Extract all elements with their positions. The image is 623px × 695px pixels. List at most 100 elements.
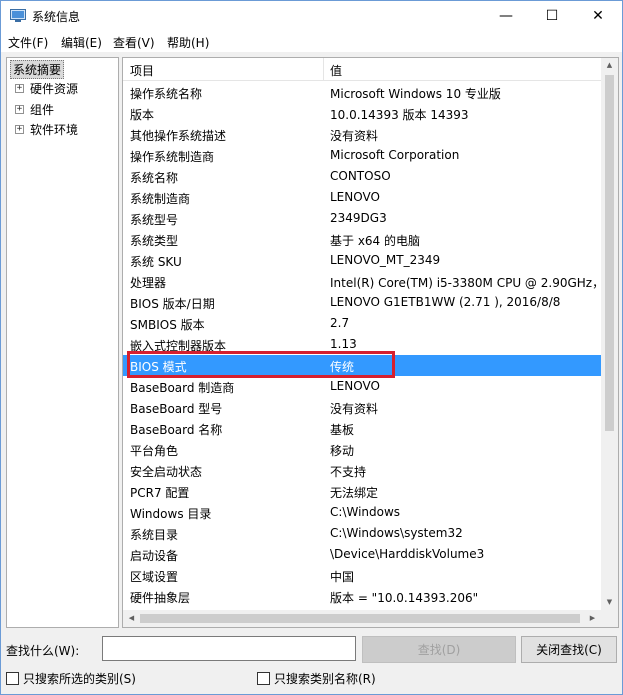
search-selected-category-checkbox[interactable] [6,672,19,685]
list-header: 项目 值 [123,58,601,81]
find-label: 查找什么(W): [6,644,80,658]
tree-item-system-summary[interactable]: 系统摘要 [10,60,65,79]
table-row[interactable]: 启动设备 \Device\HarddiskVolume3 [123,544,601,565]
search-selected-category-label[interactable]: 只搜索所选的类别(S) [23,670,136,687]
table-row[interactable]: Windows 目录 C:\Windows [123,502,601,523]
menu-bar: 文件(F) 编辑(E) 查看(V) 帮助(H) [1,31,622,52]
column-divider[interactable] [323,58,324,81]
row-value-cell: C:\Windows [330,505,401,519]
category-tree: 系统摘要 + 硬件资源 + 组件 + 软件环境 [6,57,119,628]
search-category-names-checkbox[interactable] [257,672,270,685]
table-row[interactable]: BaseBoard 型号 没有资料 [123,397,601,418]
horizontal-scrollbar[interactable]: ◀ ▶ [123,610,601,627]
table-row[interactable]: 系统目录 C:\Windows\system32 [123,523,601,544]
table-row[interactable]: 区域设置 中国 [123,565,601,586]
row-item-cell: 系统类型 [130,234,179,248]
row-value-cell: 没有资料 [330,402,379,416]
expand-icon[interactable]: + [15,84,24,93]
maximize-button[interactable]: ☐ [529,1,575,31]
table-row[interactable]: 系统名称 CONTOSO [123,166,601,187]
find-button[interactable]: 查找(D) [362,636,516,663]
scroll-up-icon[interactable]: ▲ [601,61,618,69]
row-item-cell: 安全启动状态 [130,465,203,479]
table-row[interactable]: 系统 SKU LENOVO_MT_2349 [123,250,601,271]
row-value-cell: 版本 = "10.0.14393.206" [330,591,479,605]
row-item-cell: BaseBoard 制造商 [130,381,235,395]
row-item-cell: BaseBoard 名称 [130,423,223,437]
table-row[interactable]: BaseBoard 名称 基板 [123,418,601,439]
row-item-cell: BaseBoard 型号 [130,402,223,416]
row-item-cell: 区域设置 [130,570,179,584]
menu-edit[interactable]: 编辑(E) [61,34,102,51]
table-row-selected[interactable]: BIOS 模式 传统 [123,351,601,378]
row-value-cell: 没有资料 [330,129,379,143]
scroll-right-icon[interactable]: ▶ [584,614,601,622]
table-row[interactable]: BIOS 版本/日期 LENOVO G1ETB1WW (2.71 ), 2016/… [123,292,601,313]
table-row[interactable]: 安全启动状态 不支持 [123,460,601,481]
row-value-cell: C:\Windows\system32 [330,526,463,540]
table-row[interactable]: 其他操作系统描述 没有资料 [123,124,601,145]
row-value-cell: Microsoft Corporation [330,148,460,162]
close-find-button[interactable]: 关闭查找(C) [521,636,617,663]
tree-item-components[interactable]: 组件 [30,101,54,118]
table-row[interactable]: 嵌入式控制器版本 1.13 [123,334,601,355]
title-bar[interactable]: 系统信息 — ☐ ✕ [1,1,622,31]
search-category-names-label[interactable]: 只搜索类别名称(R) [274,670,376,687]
table-row[interactable]: SMBIOS 版本 2.7 [123,313,601,334]
row-item-cell: 启动设备 [130,549,179,563]
row-value-cell: LENOVO [330,190,380,204]
table-row[interactable]: 版本 10.0.14393 版本 14393 [123,103,601,124]
row-item-cell: 系统目录 [130,528,179,542]
row-value-cell: 2349DG3 [330,211,387,225]
row-value-cell: 不支持 [330,465,367,479]
expand-icon[interactable]: + [15,105,24,114]
row-item-cell: 操作系统名称 [130,87,203,101]
table-row[interactable]: 操作系统名称 Microsoft Windows 10 专业版 [123,82,601,103]
minimize-button[interactable]: — [483,1,529,31]
table-row[interactable]: 处理器 Intel(R) Core(TM) i5-3380M CPU @ 2.90… [123,271,601,292]
row-value-cell: 移动 [330,444,355,458]
row-value-cell: 中国 [330,570,355,584]
vertical-scroll-thumb[interactable] [605,75,614,431]
row-item-cell: 硬件抽象层 [130,591,191,605]
menu-file[interactable]: 文件(F) [8,34,48,51]
row-value-cell: 10.0.14393 版本 14393 [330,108,469,122]
table-row[interactable]: 操作系统制造商 Microsoft Corporation [123,145,601,166]
row-item-cell: 系统名称 [130,171,179,185]
expand-icon[interactable]: + [15,125,24,134]
row-item-cell: 系统型号 [130,213,179,227]
table-row[interactable]: 系统类型 基于 x64 的电脑 [123,229,601,250]
scroll-down-icon[interactable]: ▼ [601,598,618,606]
row-value-cell: Intel(R) Core(TM) i5-3380M CPU @ 2.90GHz… [330,276,601,290]
vertical-scrollbar[interactable]: ▲ ▼ [601,58,618,610]
row-value-cell: 基于 x64 的电脑 [330,234,421,248]
row-item-cell: 版本 [130,108,155,122]
scroll-left-icon[interactable]: ◀ [123,614,140,622]
row-value-cell: 2.7 [330,316,350,330]
horizontal-scroll-thumb[interactable] [140,614,580,623]
row-value-cell: 无法绑定 [330,486,379,500]
table-row[interactable]: PCR7 配置 无法绑定 [123,481,601,502]
table-row[interactable]: 系统型号 2349DG3 [123,208,601,229]
table-row[interactable]: 平台角色 移动 [123,439,601,460]
row-value-cell: 1.13 [330,337,357,351]
menu-help[interactable]: 帮助(H) [167,34,209,51]
table-row[interactable]: BaseBoard 制造商 LENOVO [123,376,601,397]
column-header-item[interactable]: 项目 [130,62,154,79]
row-item-cell: BIOS 版本/日期 [130,297,215,311]
row-value-cell: \Device\HarddiskVolume3 [330,547,485,561]
tree-item-software-environment[interactable]: 软件环境 [30,121,78,138]
table-row[interactable]: 硬件抽象层 版本 = "10.0.14393.206" [123,586,601,607]
row-item-cell: PCR7 配置 [130,486,190,500]
column-header-value[interactable]: 值 [330,62,342,79]
find-input[interactable] [102,636,356,661]
menu-view[interactable]: 查看(V) [113,34,155,51]
scrollbar-corner [601,610,618,627]
row-value-cell: 基板 [330,423,355,437]
row-value-cell: Microsoft Windows 10 专业版 [330,87,501,101]
details-list: 项目 值 操作系统名称 Microsoft Windows 10 专业版版本 10.… [122,57,619,628]
tree-item-hardware-resources[interactable]: 硬件资源 [30,80,78,97]
table-row[interactable]: 系统制造商 LENOVO [123,187,601,208]
row-value-cell: 传统 [330,360,355,374]
close-button[interactable]: ✕ [575,1,621,31]
